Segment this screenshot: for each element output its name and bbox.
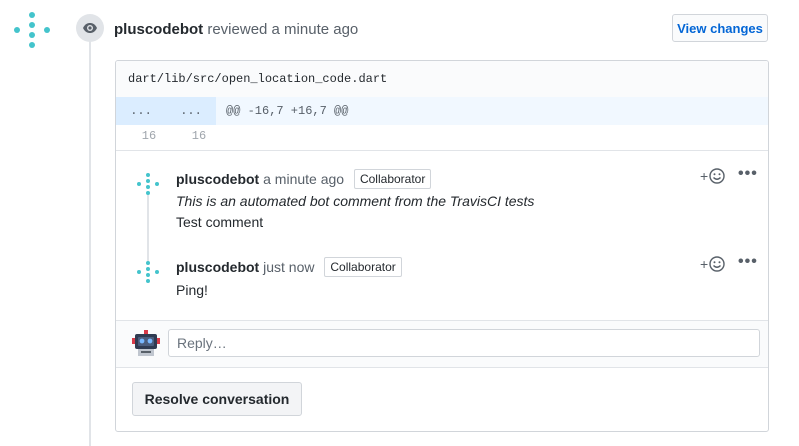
diff-line-row: 16 16 [116,125,768,147]
comment-item: pluscodebot a minute ago Collaborator Th… [116,151,768,239]
comment-item: pluscodebot just now Collaborator Ping! … [116,239,768,321]
review-event-text: pluscodebot reviewed a minute ago [114,21,358,38]
comment-header: pluscodebot a minute ago Collaborator [176,169,432,189]
reply-input[interactable] [168,329,760,357]
collaborator-badge: Collaborator [324,257,402,277]
comment-italic-text: This is an automated bot comment from th… [176,193,535,209]
review-action: reviewed a minute ago [207,21,359,38]
comment-header: pluscodebot just now Collaborator [176,257,402,277]
comment-timestamp[interactable]: just now [263,259,314,275]
add-reaction-button[interactable]: + [700,256,725,272]
reply-bar [116,320,768,368]
collaborator-badge: Collaborator [353,169,432,189]
resolve-conversation-button[interactable]: Resolve conversation [132,382,302,416]
right-line-number[interactable]: 16 [174,125,224,147]
eye-icon [76,14,104,42]
add-reaction-button[interactable]: + [700,168,725,184]
plus-label: + [700,256,709,272]
hunk-left-expander[interactable]: ... [116,97,166,125]
comment-author-link[interactable]: pluscodebot [176,259,259,275]
diff-hunk-row: ... ... @@ -16,7 +16,7 @@ [116,97,768,125]
comment-timestamp[interactable]: a minute ago [263,171,344,187]
robot-avatar-icon [132,329,160,357]
view-changes-button[interactable]: View changes [672,14,768,42]
smiley-icon [709,256,725,272]
pluscode-avatar-icon[interactable] [137,261,159,283]
comment-body: Ping! [176,282,208,298]
review-author-link[interactable]: pluscodebot [114,21,203,38]
comment-more-button[interactable]: ••• [738,165,758,183]
file-path[interactable]: dart/lib/src/open_location_code.dart [116,61,768,98]
comment-more-button[interactable]: ••• [738,253,758,271]
hunk-header: @@ -16,7 +16,7 @@ [226,104,349,118]
pluscode-avatar-icon[interactable] [137,173,159,195]
plus-label: + [700,168,709,184]
comment-list: pluscodebot a minute ago Collaborator Th… [116,150,768,321]
left-line-number[interactable]: 16 [124,125,174,147]
comment-author-link[interactable]: pluscodebot [176,171,259,187]
review-thread: dart/lib/src/open_location_code.dart ...… [115,60,769,432]
pluscode-avatar-icon[interactable] [14,12,50,48]
timeline-line [89,40,91,446]
comment-body: Test comment [176,214,264,230]
smiley-icon [709,168,725,184]
hunk-right-expander[interactable]: ... [166,97,216,125]
